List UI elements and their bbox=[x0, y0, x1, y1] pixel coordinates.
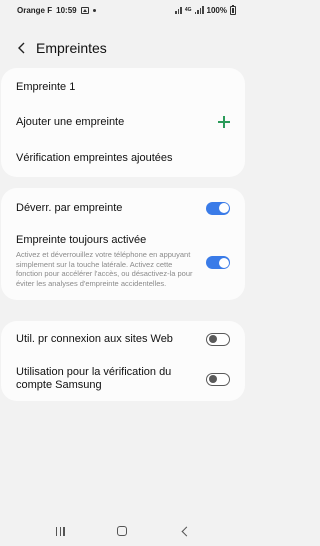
fingerprint-item[interactable]: Empreinte 1 bbox=[1, 68, 245, 104]
always-on-description: Activez et déverrouillez votre téléphone… bbox=[16, 250, 193, 288]
web-signin-label: Util. pr connexion aux sites Web bbox=[16, 332, 173, 345]
navigation-bar bbox=[0, 516, 246, 546]
verify-fingerprints-label: Vérification empreintes ajoutées bbox=[16, 151, 173, 164]
page-title: Empreintes bbox=[36, 40, 107, 56]
signal-strength-icon bbox=[194, 6, 204, 14]
other-uses-card: Util. pr connexion aux sites Web Utilisa… bbox=[1, 321, 245, 401]
carrier-name: Orange F bbox=[17, 5, 53, 15]
verify-fingerprints-row[interactable]: Vérification empreintes ajoutées bbox=[1, 140, 245, 176]
toggle-knob bbox=[218, 203, 229, 213]
always-on-row[interactable]: Empreinte toujours activée Activez et dé… bbox=[1, 226, 245, 288]
recent-apps-icon[interactable] bbox=[56, 526, 65, 536]
fingerprint-unlock-label: Déverr. par empreinte bbox=[16, 201, 123, 214]
toggle-knob bbox=[218, 257, 229, 268]
always-on-toggle[interactable] bbox=[206, 256, 230, 269]
home-icon[interactable] bbox=[116, 526, 127, 536]
add-fingerprint-label: Ajouter une empreinte bbox=[16, 115, 125, 128]
fingerprints-card: Empreinte 1 Ajouter une empreinte Vérifi… bbox=[1, 68, 245, 177]
samsung-account-row[interactable]: Utilisation pour la vérification du comp… bbox=[1, 357, 245, 401]
network-type: 4G bbox=[184, 6, 192, 13]
nav-back-icon[interactable] bbox=[181, 526, 192, 536]
gallery-notification-icon bbox=[80, 6, 89, 14]
samsung-account-toggle[interactable] bbox=[206, 372, 230, 386]
plus-icon[interactable] bbox=[218, 116, 230, 128]
samsung-account-label: Utilisation pour la vérification du comp… bbox=[16, 366, 172, 391]
battery-percent: 100% bbox=[206, 5, 227, 15]
status-bar: Orange F 10:59 4G 100% bbox=[0, 0, 246, 20]
web-signin-row[interactable]: Util. pr connexion aux sites Web bbox=[1, 321, 245, 357]
fingerprint-unlock-toggle[interactable] bbox=[206, 201, 230, 215]
toggle-knob bbox=[208, 374, 217, 383]
fingerprint-label: Empreinte 1 bbox=[16, 80, 76, 93]
unlock-settings-card: Déverr. par empreinte Empreinte toujours… bbox=[1, 188, 245, 300]
add-fingerprint-row[interactable]: Ajouter une empreinte bbox=[1, 104, 245, 140]
more-notifications-icon bbox=[92, 8, 96, 12]
always-on-label: Empreinte toujours activée bbox=[16, 234, 147, 246]
signal-icon bbox=[175, 6, 182, 14]
clock: 10:59 bbox=[56, 5, 77, 15]
back-arrow-icon[interactable] bbox=[10, 36, 34, 60]
web-signin-toggle[interactable] bbox=[206, 332, 230, 346]
toggle-knob bbox=[208, 334, 217, 343]
battery-icon bbox=[230, 4, 236, 15]
fingerprint-unlock-row[interactable]: Déverr. par empreinte bbox=[1, 188, 245, 226]
app-bar: Empreintes bbox=[0, 34, 246, 62]
